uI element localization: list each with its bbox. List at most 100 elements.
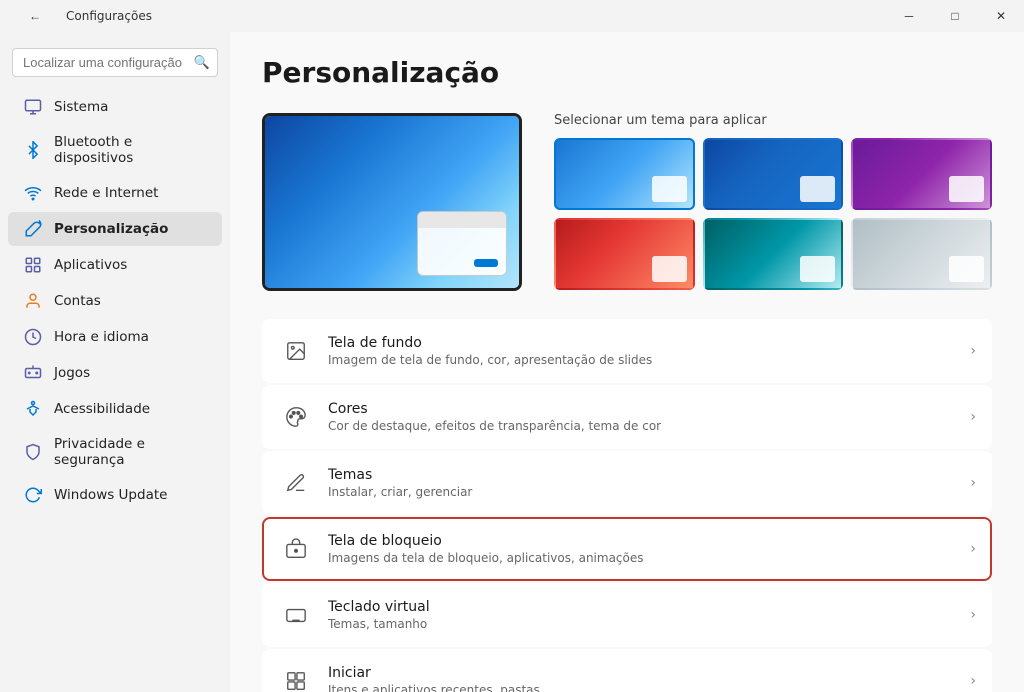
theme-option-1[interactable] bbox=[554, 138, 695, 210]
sidebar-label-privacidade: Privacidade e segurança bbox=[54, 436, 210, 468]
sidebar-item-sistema[interactable]: Sistema bbox=[8, 90, 222, 124]
clock-icon bbox=[24, 328, 42, 346]
sidebar-item-bluetooth[interactable]: Bluetooth e dispositivos bbox=[8, 126, 222, 174]
update-icon bbox=[24, 486, 42, 504]
settings-item-text-tela-bloqueio: Tela de bloqueio Imagens da tela de bloq… bbox=[328, 533, 962, 565]
settings-item-cores[interactable]: Cores Cor de destaque, efeitos de transp… bbox=[262, 385, 992, 449]
settings-item-subtitle-temas: Instalar, criar, gerenciar bbox=[328, 485, 962, 499]
chevron-right-icon-temas: › bbox=[970, 475, 976, 491]
settings-item-tela-fundo[interactable]: Tela de fundo Imagem de tela de fundo, c… bbox=[262, 319, 992, 383]
sidebar-label-jogos: Jogos bbox=[54, 365, 90, 381]
sidebar-label-acessibilidade: Acessibilidade bbox=[54, 401, 150, 417]
bluetooth-icon bbox=[24, 141, 42, 159]
theme-option-2[interactable] bbox=[703, 138, 844, 210]
theme-mini-window-3 bbox=[949, 176, 984, 202]
themes-icon bbox=[278, 465, 314, 501]
main-content: Personalização Selecionar um tema para a… bbox=[230, 32, 1024, 692]
theme-area: Selecionar um tema para aplicar bbox=[262, 113, 992, 291]
settings-item-title-temas: Temas bbox=[328, 467, 962, 483]
settings-item-iniciar[interactable]: Iniciar Itens e aplicativos recentes, pa… bbox=[262, 649, 992, 692]
settings-item-subtitle-iniciar: Itens e aplicativos recentes, pastas bbox=[328, 683, 962, 692]
shield-icon bbox=[24, 443, 42, 461]
settings-item-tela-bloqueio[interactable]: Tela de bloqueio Imagens da tela de bloq… bbox=[262, 517, 992, 581]
theme-selector: Selecionar um tema para aplicar bbox=[554, 113, 992, 290]
settings-item-subtitle-tela-fundo: Imagem de tela de fundo, cor, apresentaç… bbox=[328, 353, 962, 367]
app-body: 🔍 Sistema Bluetooth e dispositivos Rede … bbox=[0, 32, 1024, 692]
palette-icon bbox=[278, 399, 314, 435]
settings-item-text-teclado: Teclado virtual Temas, tamanho bbox=[328, 599, 962, 631]
titlebar: ← Configurações ─ □ ✕ bbox=[0, 0, 1024, 32]
brush-icon bbox=[24, 220, 42, 238]
close-button[interactable]: ✕ bbox=[978, 0, 1024, 32]
theme-mini-window-6 bbox=[949, 256, 984, 282]
settings-item-title-tela-bloqueio: Tela de bloqueio bbox=[328, 533, 962, 549]
settings-item-text-cores: Cores Cor de destaque, efeitos de transp… bbox=[328, 401, 962, 433]
settings-item-title-cores: Cores bbox=[328, 401, 962, 417]
sidebar-item-hora[interactable]: Hora e idioma bbox=[8, 320, 222, 354]
back-button[interactable]: ← bbox=[12, 0, 58, 32]
start-icon bbox=[278, 663, 314, 692]
settings-list: Tela de fundo Imagem de tela de fundo, c… bbox=[262, 319, 992, 692]
theme-grid bbox=[554, 138, 992, 290]
settings-item-subtitle-tela-bloqueio: Imagens da tela de bloqueio, aplicativos… bbox=[328, 551, 962, 565]
image-icon bbox=[278, 333, 314, 369]
settings-item-title-teclado: Teclado virtual bbox=[328, 599, 962, 615]
lock-screen-icon bbox=[278, 531, 314, 567]
search-icon: 🔍 bbox=[194, 55, 210, 70]
settings-item-title-iniciar: Iniciar bbox=[328, 665, 962, 681]
chevron-right-icon-tela-fundo: › bbox=[970, 343, 976, 359]
wifi-icon bbox=[24, 184, 42, 202]
sidebar-label-aplicativos: Aplicativos bbox=[54, 257, 127, 273]
theme-option-6[interactable] bbox=[851, 218, 992, 290]
sidebar-item-acessibilidade[interactable]: Acessibilidade bbox=[8, 392, 222, 426]
sidebar-label-rede: Rede e Internet bbox=[54, 185, 158, 201]
window-controls: ─ □ ✕ bbox=[886, 0, 1024, 32]
chevron-right-icon-tela-bloqueio: › bbox=[970, 541, 976, 557]
apps-icon bbox=[24, 256, 42, 274]
chevron-right-icon-iniciar: › bbox=[970, 673, 976, 689]
settings-item-teclado[interactable]: Teclado virtual Temas, tamanho › bbox=[262, 583, 992, 647]
sidebar-label-personalizacao: Personalização bbox=[54, 221, 168, 237]
person-icon bbox=[24, 292, 42, 310]
settings-item-temas[interactable]: Temas Instalar, criar, gerenciar › bbox=[262, 451, 992, 515]
theme-option-5[interactable] bbox=[703, 218, 844, 290]
sidebar-label-sistema: Sistema bbox=[54, 99, 108, 115]
keyboard-icon bbox=[278, 597, 314, 633]
sidebar-label-bluetooth: Bluetooth e dispositivos bbox=[54, 134, 210, 166]
sidebar-item-rede[interactable]: Rede e Internet bbox=[8, 176, 222, 210]
sidebar-item-aplicativos[interactable]: Aplicativos bbox=[8, 248, 222, 282]
theme-section-label: Selecionar um tema para aplicar bbox=[554, 113, 992, 128]
theme-mini-window-2 bbox=[800, 176, 835, 202]
preview-background bbox=[265, 116, 519, 288]
settings-item-title-tela-fundo: Tela de fundo bbox=[328, 335, 962, 351]
sidebar-label-update: Windows Update bbox=[54, 487, 167, 503]
theme-preview bbox=[262, 113, 522, 291]
sidebar-label-contas: Contas bbox=[54, 293, 101, 309]
sidebar-item-privacidade[interactable]: Privacidade e segurança bbox=[8, 428, 222, 476]
settings-item-subtitle-cores: Cor de destaque, efeitos de transparênci… bbox=[328, 419, 962, 433]
search-input[interactable] bbox=[12, 48, 218, 77]
sidebar-item-jogos[interactable]: Jogos bbox=[8, 356, 222, 390]
theme-mini-window-5 bbox=[800, 256, 835, 282]
sidebar-item-contas[interactable]: Contas bbox=[8, 284, 222, 318]
chevron-right-icon-cores: › bbox=[970, 409, 976, 425]
maximize-button[interactable]: □ bbox=[932, 0, 978, 32]
settings-item-text-temas: Temas Instalar, criar, gerenciar bbox=[328, 467, 962, 499]
minimize-button[interactable]: ─ bbox=[886, 0, 932, 32]
app-title: Configurações bbox=[66, 9, 152, 23]
search-container: 🔍 bbox=[12, 48, 218, 77]
sidebar-label-hora: Hora e idioma bbox=[54, 329, 149, 345]
titlebar-left: ← Configurações bbox=[12, 0, 152, 32]
theme-mini-window-1 bbox=[652, 176, 687, 202]
theme-option-3[interactable] bbox=[851, 138, 992, 210]
preview-window bbox=[417, 211, 507, 276]
settings-item-text-iniciar: Iniciar Itens e aplicativos recentes, pa… bbox=[328, 665, 962, 692]
preview-window-button bbox=[474, 259, 498, 267]
sidebar-item-update[interactable]: Windows Update bbox=[8, 478, 222, 512]
accessibility-icon bbox=[24, 400, 42, 418]
theme-option-4[interactable] bbox=[554, 218, 695, 290]
monitor-icon bbox=[24, 98, 42, 116]
chevron-right-icon-teclado: › bbox=[970, 607, 976, 623]
page-title: Personalização bbox=[262, 56, 992, 89]
sidebar-item-personalizacao[interactable]: Personalização bbox=[8, 212, 222, 246]
